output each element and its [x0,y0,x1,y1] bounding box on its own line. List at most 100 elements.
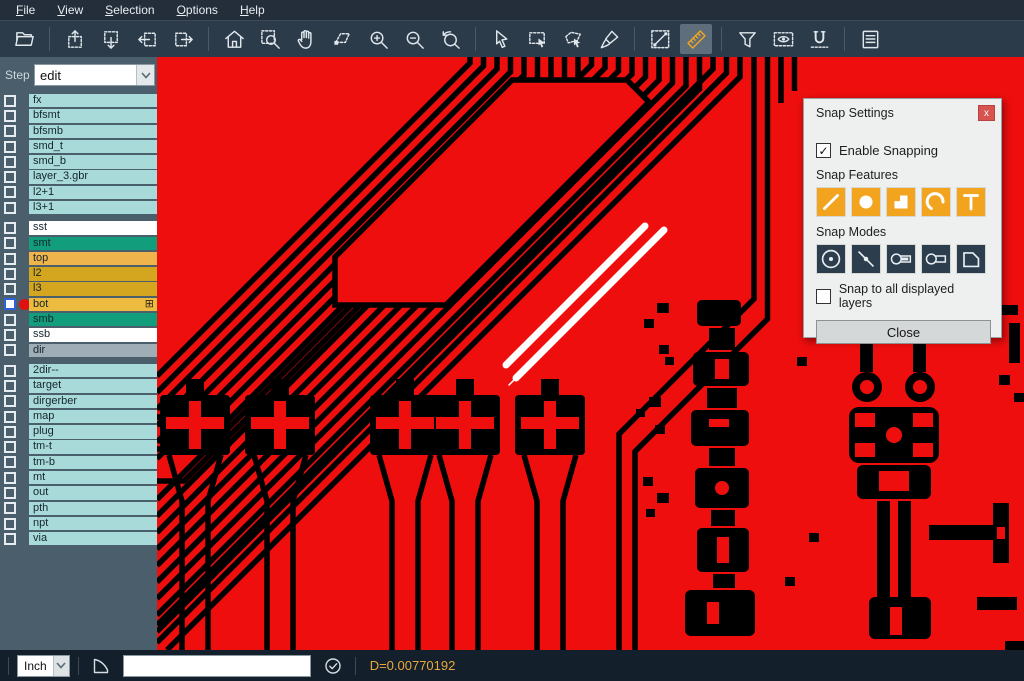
confirm-circle-icon[interactable] [323,656,343,676]
layer-row-bfsmb[interactable]: bfsmb [0,125,157,138]
layer-visibility-checkbox[interactable] [4,456,16,468]
layer-name[interactable]: layer_3.gbr [29,170,157,183]
pan-left-button[interactable] [131,24,163,54]
measure-distance-button[interactable] [644,24,676,54]
layer-name[interactable]: top [29,252,157,265]
pan-hand-button[interactable] [290,24,322,54]
close-icon[interactable]: x [978,105,995,121]
zoom-in-button[interactable] [362,24,394,54]
layer-visibility-checkbox[interactable] [4,125,16,137]
layer-name[interactable]: sst [29,221,157,234]
layer-name[interactable]: smt [29,237,157,250]
layer-visibility-checkbox[interactable] [4,156,16,168]
dialog-close-button[interactable]: Close [816,320,991,344]
layer-name[interactable]: smb [29,313,157,326]
layer-visibility-checkbox[interactable] [4,253,16,265]
layer-row-smd_t[interactable]: smd_t [0,140,157,153]
enable-snapping-row[interactable]: ✓ Enable Snapping [816,143,989,158]
layer-visibility-checkbox[interactable] [4,411,16,423]
pan-down-button[interactable] [95,24,127,54]
menu-options[interactable]: Options [167,1,228,19]
layer-visibility-checkbox[interactable] [4,441,16,453]
layer-row-top[interactable]: top [0,252,157,265]
layer-name[interactable]: dir [29,344,157,357]
layer-name[interactable]: bfsmt [29,109,157,122]
layer-visibility-checkbox[interactable] [4,222,16,234]
layer-visibility-checkbox[interactable] [4,502,16,514]
grid-icon[interactable]: ⊞ [145,298,154,311]
select-polygon-button[interactable] [557,24,589,54]
layer-visibility-checkbox[interactable] [4,95,16,107]
snap-mode-center-button[interactable] [816,244,846,274]
layer-visibility-checkbox[interactable] [4,283,16,295]
layer-row-dirgerber[interactable]: dirgerber [0,395,157,408]
snap-feature-circle-button[interactable] [851,187,881,217]
snap-all-layers-checkbox[interactable] [816,289,831,304]
layer-row-via[interactable]: via [0,532,157,545]
layer-visibility-checkbox[interactable] [4,365,16,377]
snap-mode-midpoint-button[interactable] [851,244,881,274]
layer-row-dir[interactable]: dir [0,344,157,357]
layer-row-l2+1[interactable]: l2+1 [0,186,157,199]
layer-name[interactable]: plug [29,425,157,438]
layer-name[interactable]: smd_t [29,140,157,153]
chevron-down-icon[interactable] [136,65,154,85]
menu-file[interactable]: File [6,1,45,19]
layer-name[interactable]: out [29,486,157,499]
layer-row-pth[interactable]: pth [0,502,157,515]
layer-row-plug[interactable]: plug [0,425,157,438]
snap-mode-slot-outline-button[interactable] [921,244,951,274]
select-rectangle-button[interactable] [521,24,553,54]
layer-row-smt[interactable]: smt [0,237,157,250]
layer-row-l2[interactable]: l2 [0,267,157,280]
layer-row-tm-b[interactable]: tm-b [0,456,157,469]
zoom-previous-button[interactable] [434,24,466,54]
layer-visibility-checkbox[interactable] [4,186,16,198]
snap-feature-line-button[interactable] [816,187,846,217]
layer-row-target[interactable]: target [0,379,157,392]
move-vertex-button[interactable] [326,24,358,54]
layer-visibility-checkbox[interactable] [4,472,16,484]
angle-tool-icon[interactable] [91,656,111,676]
step-select[interactable]: edit [34,64,155,86]
menu-view[interactable]: View [47,1,93,19]
snap-feature-pad-button[interactable] [886,187,916,217]
chevron-down-icon[interactable] [53,656,69,676]
layer-visibility-checkbox[interactable] [4,298,16,310]
layer-visibility-checkbox[interactable] [4,533,16,545]
snap-feature-arc-button[interactable] [921,187,951,217]
layer-name[interactable]: l2+1 [29,186,157,199]
layer-row-ssb[interactable]: ssb [0,328,157,341]
units-select[interactable]: Inch [17,655,70,677]
layer-name[interactable]: target [29,379,157,392]
select-cursor-button[interactable] [485,24,517,54]
menu-selection[interactable]: Selection [95,1,164,19]
layer-name[interactable]: smd_b [29,155,157,168]
filter-button[interactable] [731,24,763,54]
layer-visibility-checkbox[interactable] [4,141,16,153]
dialog-titlebar[interactable]: Snap Settings x [804,99,1001,127]
layer-row-tm-t[interactable]: tm-t [0,440,157,453]
layer-visibility-checkbox[interactable] [4,487,16,499]
layer-visibility-checkbox[interactable] [4,426,16,438]
layer-row-smd_b[interactable]: smd_b [0,155,157,168]
layer-name[interactable]: npt [29,517,157,530]
layer-visibility-checkbox[interactable] [4,395,16,407]
layer-row-l3+1[interactable]: l3+1 [0,201,157,214]
layer-visibility-checkbox[interactable] [4,518,16,530]
zoom-out-button[interactable] [398,24,430,54]
pan-up-button[interactable] [59,24,91,54]
layer-name[interactable]: pth [29,502,157,515]
clean-brush-button[interactable] [593,24,625,54]
layer-name[interactable]: dirgerber [29,395,157,408]
snap-all-layers-row[interactable]: Snap to all displayed layers [816,282,989,310]
layer-row-mt[interactable]: mt [0,471,157,484]
layer-row-2dir--[interactable]: 2dir-- [0,364,157,377]
layer-name[interactable]: mt [29,471,157,484]
snap-magnet-button[interactable] [803,24,835,54]
layer-row-fx[interactable]: fx [0,94,157,107]
layer-row-bot[interactable]: bot⊞ [0,298,157,311]
layer-row-map[interactable]: map [0,410,157,423]
open-file-button[interactable] [8,24,40,54]
layer-row-bfsmt[interactable]: bfsmt [0,109,157,122]
